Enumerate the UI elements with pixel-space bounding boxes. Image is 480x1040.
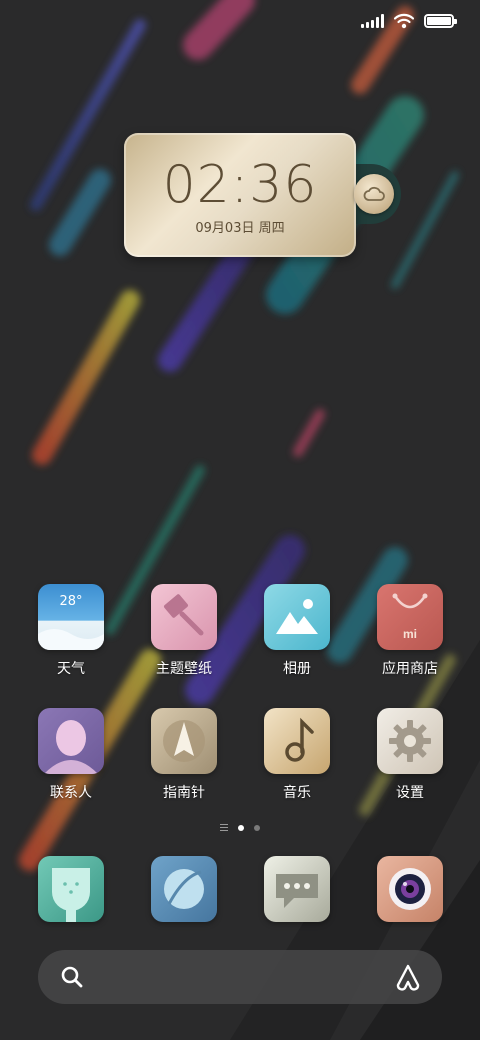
app-compass[interactable]: 指南针 [129,708,239,802]
search-bar[interactable] [38,950,442,1004]
app-drawer-icon[interactable] [220,824,228,831]
app-themes[interactable]: 主题壁纸 [129,584,239,678]
battery-level [427,17,451,25]
clock-widget[interactable]: 02:36 09月03日 周四 [124,133,356,257]
app-label: 设置 [396,785,424,801]
app-label: 天气 [57,661,85,677]
music-note-icon [264,708,330,774]
page-dot[interactable] [254,824,260,831]
battery-icon [424,14,457,28]
app-label: 联系人 [50,785,92,801]
app-label: 相册 [283,661,311,677]
search-icon[interactable] [60,965,84,989]
camera-icon [377,856,443,922]
app-store[interactable]: mi 应用商店 [355,584,465,678]
weather-icon: 28° [38,584,104,650]
dock-camera[interactable] [355,856,465,922]
app-store-bag-icon: mi [377,584,443,650]
dock-browser[interactable] [129,856,239,922]
contacts-icon [38,708,104,774]
dock-messages[interactable] [242,856,352,922]
dock-phone[interactable] [16,856,126,922]
browser-icon [151,856,217,922]
clock-time: 02:36 [162,155,318,215]
messages-icon [264,856,330,922]
app-label: 指南针 [163,785,205,801]
app-contacts[interactable]: 联系人 [16,708,126,802]
page-dot-active[interactable] [238,824,244,831]
cloud-icon [363,186,385,201]
theme-brush-icon [151,584,217,650]
store-mi-text: mi [403,627,417,641]
wifi-icon [394,13,414,29]
page-indicator[interactable] [0,824,480,831]
app-settings[interactable]: 设置 [355,708,465,802]
assistant-icon[interactable] [394,963,422,991]
app-label: 音乐 [283,785,311,801]
app-gallery[interactable]: 相册 [242,584,352,678]
phone-icon [38,856,104,922]
gallery-icon [264,584,330,650]
status-bar [361,10,457,32]
settings-gear-icon [377,708,443,774]
weather-widget-button[interactable] [354,174,394,214]
app-music[interactable]: 音乐 [242,708,352,802]
signal-icon [361,14,384,28]
app-weather[interactable]: 28° 天气 [16,584,126,678]
weather-temp: 28° [59,594,83,609]
app-label: 主题壁纸 [156,661,212,677]
compass-icon [151,708,217,774]
app-label: 应用商店 [382,661,438,677]
clock-date: 09月03日 周四 [195,221,285,236]
